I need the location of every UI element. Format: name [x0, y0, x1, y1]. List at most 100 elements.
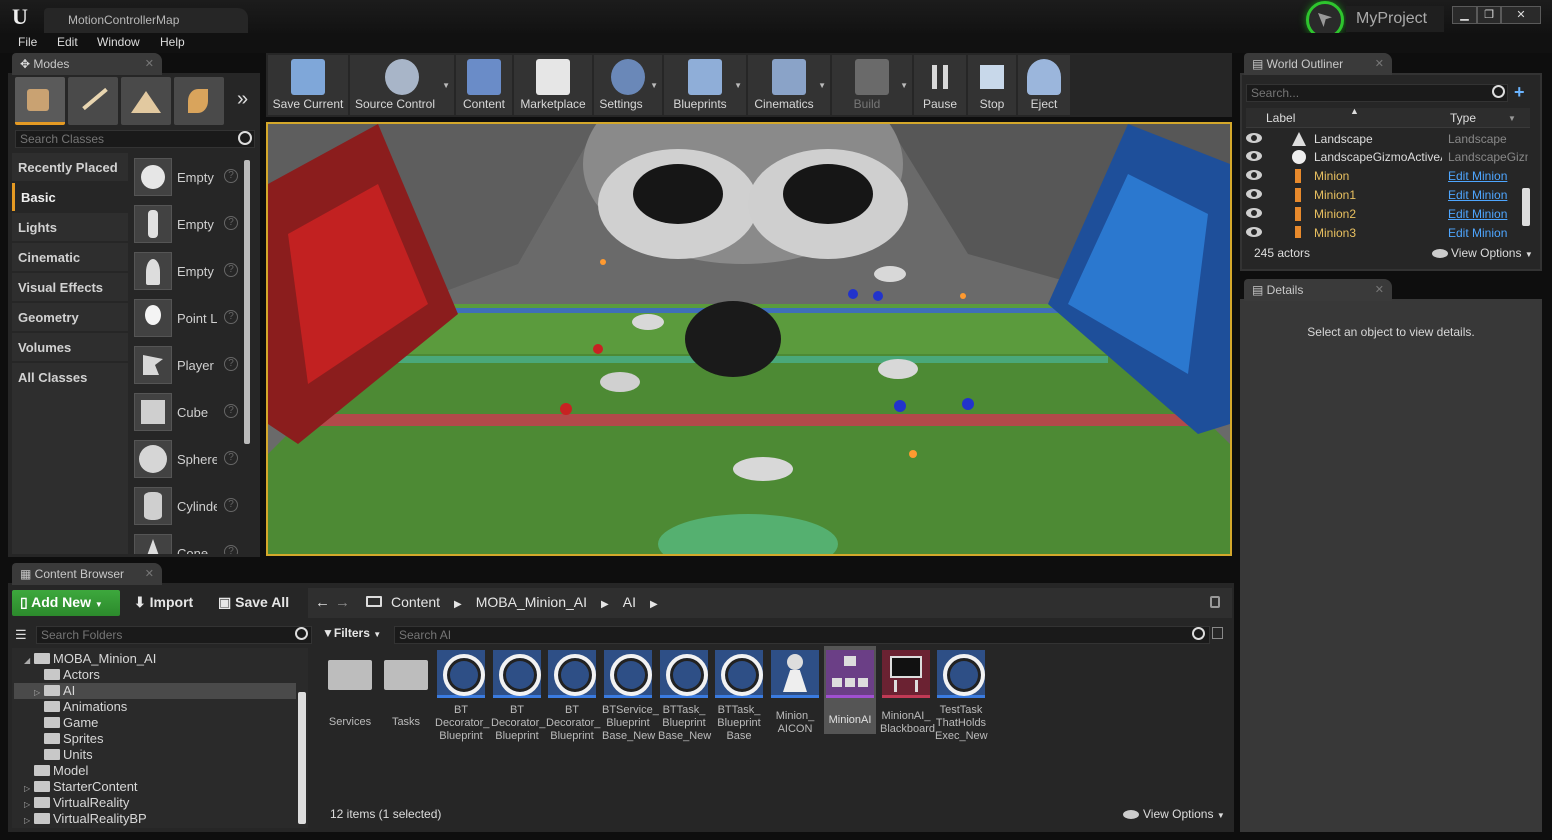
visibility-eye-icon[interactable]: [1246, 133, 1262, 143]
modes-tab[interactable]: ✥ Modes ✕: [12, 53, 162, 75]
outliner-row[interactable]: Minion1 Edit Minion: [1246, 186, 1530, 205]
stop-button[interactable]: Stop: [968, 55, 1016, 115]
outliner-search-input[interactable]: [1246, 84, 1508, 102]
breadcrumb-separator-icon[interactable]: ▶: [454, 599, 462, 610]
category-lights[interactable]: Lights: [12, 213, 128, 241]
expand-arrow-icon[interactable]: ▷: [34, 688, 44, 697]
outliner-row[interactable]: Minion2 Edit Minion: [1246, 205, 1530, 224]
pause-button[interactable]: Pause: [914, 55, 966, 115]
save-search-icon[interactable]: [1212, 627, 1223, 639]
help-icon[interactable]: ?: [224, 545, 238, 554]
category-visual-effects[interactable]: Visual Effects: [12, 273, 128, 301]
expand-arrow-icon[interactable]: ▷: [24, 800, 34, 809]
toggle-sources-icon[interactable]: ☰: [15, 627, 27, 643]
filters-button[interactable]: ▼Filters ▼: [322, 626, 381, 640]
foliage-mode-icon[interactable]: [174, 77, 224, 125]
class-item-sphere[interactable]: Sphere?: [132, 438, 240, 482]
category-all-classes[interactable]: All Classes: [12, 363, 128, 391]
save-current-button[interactable]: Save Current: [268, 55, 348, 115]
category-geometry[interactable]: Geometry: [12, 303, 128, 331]
search-classes-input[interactable]: [15, 130, 255, 148]
asset-tile[interactable]: BTTask_ Blueprint Base: [713, 650, 765, 743]
category-volumes[interactable]: Volumes: [12, 333, 128, 361]
restore-button[interactable]: ❐: [1477, 6, 1501, 24]
help-icon[interactable]: ?: [224, 498, 238, 512]
paint-mode-icon[interactable]: [68, 77, 118, 125]
import-button[interactable]: ⬇ Import: [134, 594, 193, 611]
menu-window[interactable]: Window: [97, 35, 140, 49]
close-icon[interactable]: ✕: [145, 567, 154, 580]
label-column-header[interactable]: Label: [1266, 111, 1295, 125]
breadcrumb-moba[interactable]: MOBA_Minion_AI: [476, 594, 587, 610]
menu-edit[interactable]: Edit: [57, 35, 78, 49]
edit-minion-link[interactable]: Edit Minion: [1448, 169, 1528, 183]
add-actor-icon[interactable]: +: [1514, 83, 1532, 101]
class-item-empty-character[interactable]: Empty?: [132, 203, 240, 247]
blueprints-button[interactable]: Blueprints ▼: [664, 55, 746, 115]
asset-tile[interactable]: BT Decorator_ Blueprint: [491, 650, 545, 743]
close-button[interactable]: ✕: [1501, 6, 1541, 24]
asset-tile[interactable]: Services: [324, 650, 376, 729]
close-icon[interactable]: ✕: [145, 57, 154, 70]
source-control-button[interactable]: Source Control ▼: [350, 55, 454, 115]
help-icon[interactable]: ?: [224, 169, 238, 183]
visibility-eye-icon[interactable]: [1246, 227, 1262, 237]
column-dropdown-icon[interactable]: ▼: [1508, 114, 1516, 123]
asset-tile[interactable]: Tasks: [380, 650, 432, 729]
edit-minion-link[interactable]: Edit Minion: [1448, 188, 1528, 202]
save-all-button[interactable]: ▣ Save All: [218, 594, 289, 611]
visibility-eye-icon[interactable]: [1246, 151, 1262, 161]
minimize-button[interactable]: ▁: [1452, 6, 1477, 24]
add-new-button[interactable]: ▯ Add New ▼: [12, 590, 120, 616]
class-item-cube[interactable]: Cube?: [132, 391, 240, 435]
close-icon[interactable]: ✕: [1375, 57, 1384, 70]
folder-tree-item[interactable]: ▷ AI: [14, 683, 296, 699]
menu-help[interactable]: Help: [160, 35, 185, 49]
dropdown-arrow-icon[interactable]: ▼: [650, 81, 658, 90]
expand-arrow-icon[interactable]: ◢: [24, 656, 34, 665]
level-tab[interactable]: MotionControllerMap: [44, 8, 248, 33]
folder-tree-item[interactable]: Sprites: [14, 731, 296, 747]
place-mode-icon[interactable]: [15, 77, 65, 125]
folder-tree-item[interactable]: ▷ VirtualRealityBP: [14, 811, 296, 827]
outliner-row[interactable]: Landscape Landscape: [1246, 130, 1530, 149]
folder-tree-item[interactable]: ▷ StarterContent: [14, 779, 296, 795]
outliner-row[interactable]: LandscapeGizmoActiveActor LandscapeGizmo: [1246, 148, 1530, 167]
lock-icon[interactable]: [1210, 596, 1220, 608]
folder-tree-item[interactable]: Units: [14, 747, 296, 763]
build-button[interactable]: Build ▼: [832, 55, 912, 115]
more-modes-icon[interactable]: »: [237, 88, 248, 111]
marketplace-button[interactable]: Marketplace: [514, 55, 592, 115]
search-folders-input[interactable]: [36, 626, 312, 644]
help-icon[interactable]: ?: [224, 451, 238, 465]
category-basic[interactable]: Basic: [12, 183, 128, 211]
breadcrumb-separator-icon[interactable]: ▶: [650, 599, 658, 610]
asset-tile[interactable]: BT Decorator_ Blueprint: [546, 650, 600, 743]
breadcrumb-ai[interactable]: AI: [623, 594, 636, 610]
outliner-scrollbar[interactable]: [1522, 188, 1530, 226]
visibility-eye-icon[interactable]: [1246, 170, 1262, 180]
help-icon[interactable]: ?: [224, 310, 238, 324]
help-icon[interactable]: ?: [224, 404, 238, 418]
help-icon[interactable]: ?: [224, 357, 238, 371]
asset-tile[interactable]: MinionAI: [824, 646, 876, 734]
eject-button[interactable]: Eject: [1018, 55, 1070, 115]
class-item-player-start[interactable]: Player?: [132, 344, 240, 388]
expand-arrow-icon[interactable]: ▷: [24, 784, 34, 793]
dropdown-arrow-icon[interactable]: ▼: [734, 81, 742, 90]
breadcrumb-content[interactable]: Content: [391, 594, 440, 610]
asset-tile[interactable]: MinionAI_ Blackboard: [880, 650, 935, 736]
content-browser-tab[interactable]: ▦ Content Browser ✕: [12, 563, 162, 585]
dropdown-arrow-icon[interactable]: ▼: [442, 81, 450, 90]
class-item-cone[interactable]: Cone?: [132, 532, 240, 554]
folder-tree-item[interactable]: Game: [14, 715, 296, 731]
back-arrow-icon[interactable]: ←: [315, 594, 330, 611]
folder-tree-item[interactable]: ◢ MOBA_Minion_AI: [14, 651, 296, 667]
help-icon[interactable]: ?: [224, 263, 238, 277]
dropdown-arrow-icon[interactable]: ▼: [818, 81, 826, 90]
forward-arrow-icon[interactable]: →: [335, 594, 350, 611]
category-recently-placed[interactable]: Recently Placed: [12, 153, 128, 181]
details-tab[interactable]: ▤ Details ✕: [1244, 279, 1392, 301]
folder-tree-item[interactable]: Actors: [14, 667, 296, 683]
folder-tree-item[interactable]: Model: [14, 763, 296, 779]
